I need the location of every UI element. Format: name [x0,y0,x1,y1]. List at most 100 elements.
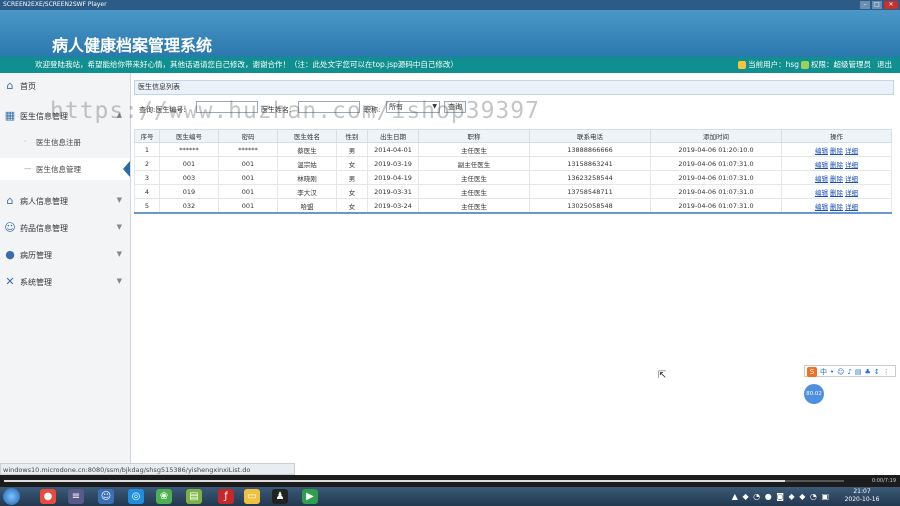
player-app-icon[interactable]: ▶ [302,489,318,504]
clock[interactable]: 21:07 2020-10-16 [834,488,890,504]
cell-phone: 13888866666 [529,142,651,157]
player-progress-track[interactable] [4,480,844,482]
house-icon: ⌂ [6,194,14,207]
window-title: SCREEN2EXE/SCREEN2SWF Player [3,1,107,8]
notice-bar: 欢迎登陆我站，希望能给你带来好心情，其他话语请您自己修改，谢谢合作！（注：此处文… [0,57,900,73]
tools-icon: ✕ [5,275,15,288]
ime-item[interactable]: ⋮ [883,366,890,376]
cell-index: 4 [134,184,160,199]
col-header[interactable]: 出生日期 [367,129,419,143]
detail-link[interactable]: 详细 [845,147,858,155]
sidebar-group-drug[interactable]: ☺ 药品信息管理 ▼ [0,215,130,241]
col-header[interactable]: 添加时间 [650,129,782,143]
table-header-row: 序号 医生编号 密码 医生姓名 性别 出生日期 职称 联系电话 添加时间 操作 [134,129,892,143]
browser-statusbar: windows10.microdone.cn:8080/ssm/bjkdag/s… [0,463,295,475]
cell-name: 温宗姑 [277,156,337,171]
delete-link[interactable]: 删除 [830,203,843,211]
table-row: 4 019 001 李大汉 女 2019-03-31 主任医生 13758548… [134,184,892,199]
cell-ops: 编辑 删除 详细 [781,170,892,185]
edit-link[interactable]: 编辑 [815,189,828,197]
users-icon: ☺ [4,221,16,234]
user-icon [738,61,747,69]
col-header[interactable]: 密码 [218,129,278,143]
current-user: 当前用户：hsg [748,60,799,69]
cell-ops: 编辑 删除 详细 [781,184,892,199]
search-icon[interactable]: ◎ [128,489,144,504]
detail-link[interactable]: 详细 [845,203,858,211]
edit-link[interactable]: 编辑 [815,161,828,169]
grid-icon: ▦ [4,109,16,122]
float-ball-widget[interactable]: 80.02 [804,384,824,404]
sidebar-item-doctor-manage[interactable]: — 医生信息管理 [0,158,130,180]
system-tray[interactable]: ▲ ◆ ◔ ● ◙ ◆ ◆ ◔ ▣ [732,492,830,501]
people-icon[interactable]: ☺ [98,489,114,504]
col-header[interactable]: 序号 [134,129,160,143]
col-header[interactable]: 联系电话 [529,129,651,143]
sogou-icon[interactable]: S [807,367,817,377]
cell-gender: 女 [336,184,368,199]
key-icon [801,61,809,69]
sidebar-group-patient[interactable]: ⌂ 病人信息管理 ▼ [0,188,130,214]
logout-link[interactable]: 退出 [877,57,892,73]
start-button[interactable] [3,488,20,505]
flash-icon[interactable]: ƒ [218,489,234,504]
cell-birthdate: 2019-04-19 [367,170,419,185]
cell-added-time: 2019-04-06 01:07:31.0 [650,156,782,171]
tree-line: · [24,137,27,146]
cell-gender: 男 [336,142,368,157]
sidebar-item-label: 系统管理 [20,278,52,287]
close-button[interactable]: ✕ [884,1,898,9]
detail-link[interactable]: 详细 [845,189,858,197]
ime-item[interactable]: ♪ [847,366,851,376]
table-row: 2 001 001 温宗姑 女 2019-03-19 副主任医生 1315886… [134,156,892,171]
delete-link[interactable]: 删除 [830,147,843,155]
ime-item[interactable]: ▤ [855,366,862,376]
qq-icon[interactable]: ♟ [272,489,288,504]
ime-item[interactable]: ☺ [837,366,844,376]
col-header[interactable]: 操作 [781,129,892,143]
ime-item[interactable]: 中 [820,366,827,376]
cell-birthdate: 2014-04-01 [367,142,419,157]
cell-phone: 13623258544 [529,170,651,185]
col-header[interactable]: 医生编号 [159,129,219,143]
app-icon[interactable]: ≡ [68,489,84,504]
document-icon[interactable]: ▤ [186,489,202,504]
col-header[interactable]: 医生姓名 [277,129,337,143]
player-bar: 0:00/7:19 [0,475,900,487]
edit-link[interactable]: 编辑 [815,147,828,155]
cell-birthdate: 2019-03-19 [367,156,419,171]
folder-icon[interactable]: ▭ [244,489,260,504]
sidebar-item-label: 病历管理 [20,251,52,260]
sidebar-item-doctor-register[interactable]: · 医生信息注册 [0,131,130,153]
chevron-down-icon: ▼ [116,277,122,285]
ime-item[interactable]: ↕ [874,366,880,376]
cell-gender: 男 [336,170,368,185]
cell-name: 哈盟 [277,198,337,214]
table-row: 1 ****** ****** 蔡医生 男 2014-04-01 主任医生 13… [134,142,892,157]
person-icon: ● [5,248,15,261]
sidebar-item-home[interactable]: ⌂ 首页 [0,73,130,99]
detail-link[interactable]: 详细 [845,175,858,183]
delete-link[interactable]: 删除 [830,175,843,183]
cell-gender: 女 [336,156,368,171]
chrome-icon[interactable]: ● [40,489,56,504]
sidebar-group-records[interactable]: ● 病历管理 ▼ [0,242,130,268]
col-header[interactable]: 性别 [336,129,368,143]
minimize-button[interactable]: – [860,1,870,9]
ime-item[interactable]: ♣ [865,366,871,376]
cell-doctor-id: 003 [159,170,219,185]
detail-link[interactable]: 详细 [845,161,858,169]
cell-name: 林晓刚 [277,170,337,185]
delete-link[interactable]: 删除 [830,189,843,197]
edit-link[interactable]: 编辑 [815,175,828,183]
maximize-button[interactable]: □ [872,1,882,9]
delete-link[interactable]: 删除 [830,161,843,169]
ime-item[interactable]: • [830,366,834,376]
edit-link[interactable]: 编辑 [815,203,828,211]
col-header[interactable]: 职称 [418,129,530,143]
sidebar-group-system[interactable]: ✕ 系统管理 ▼ [0,269,130,295]
leaf-icon[interactable]: ❀ [156,489,172,504]
cell-title: 主任医生 [418,198,530,214]
ime-toolbar[interactable]: S 中 • ☺ ♪ ▤ ♣ ↕ ⋮ [804,365,896,377]
cell-added-time: 2019-04-06 01:07:31.0 [650,198,782,214]
